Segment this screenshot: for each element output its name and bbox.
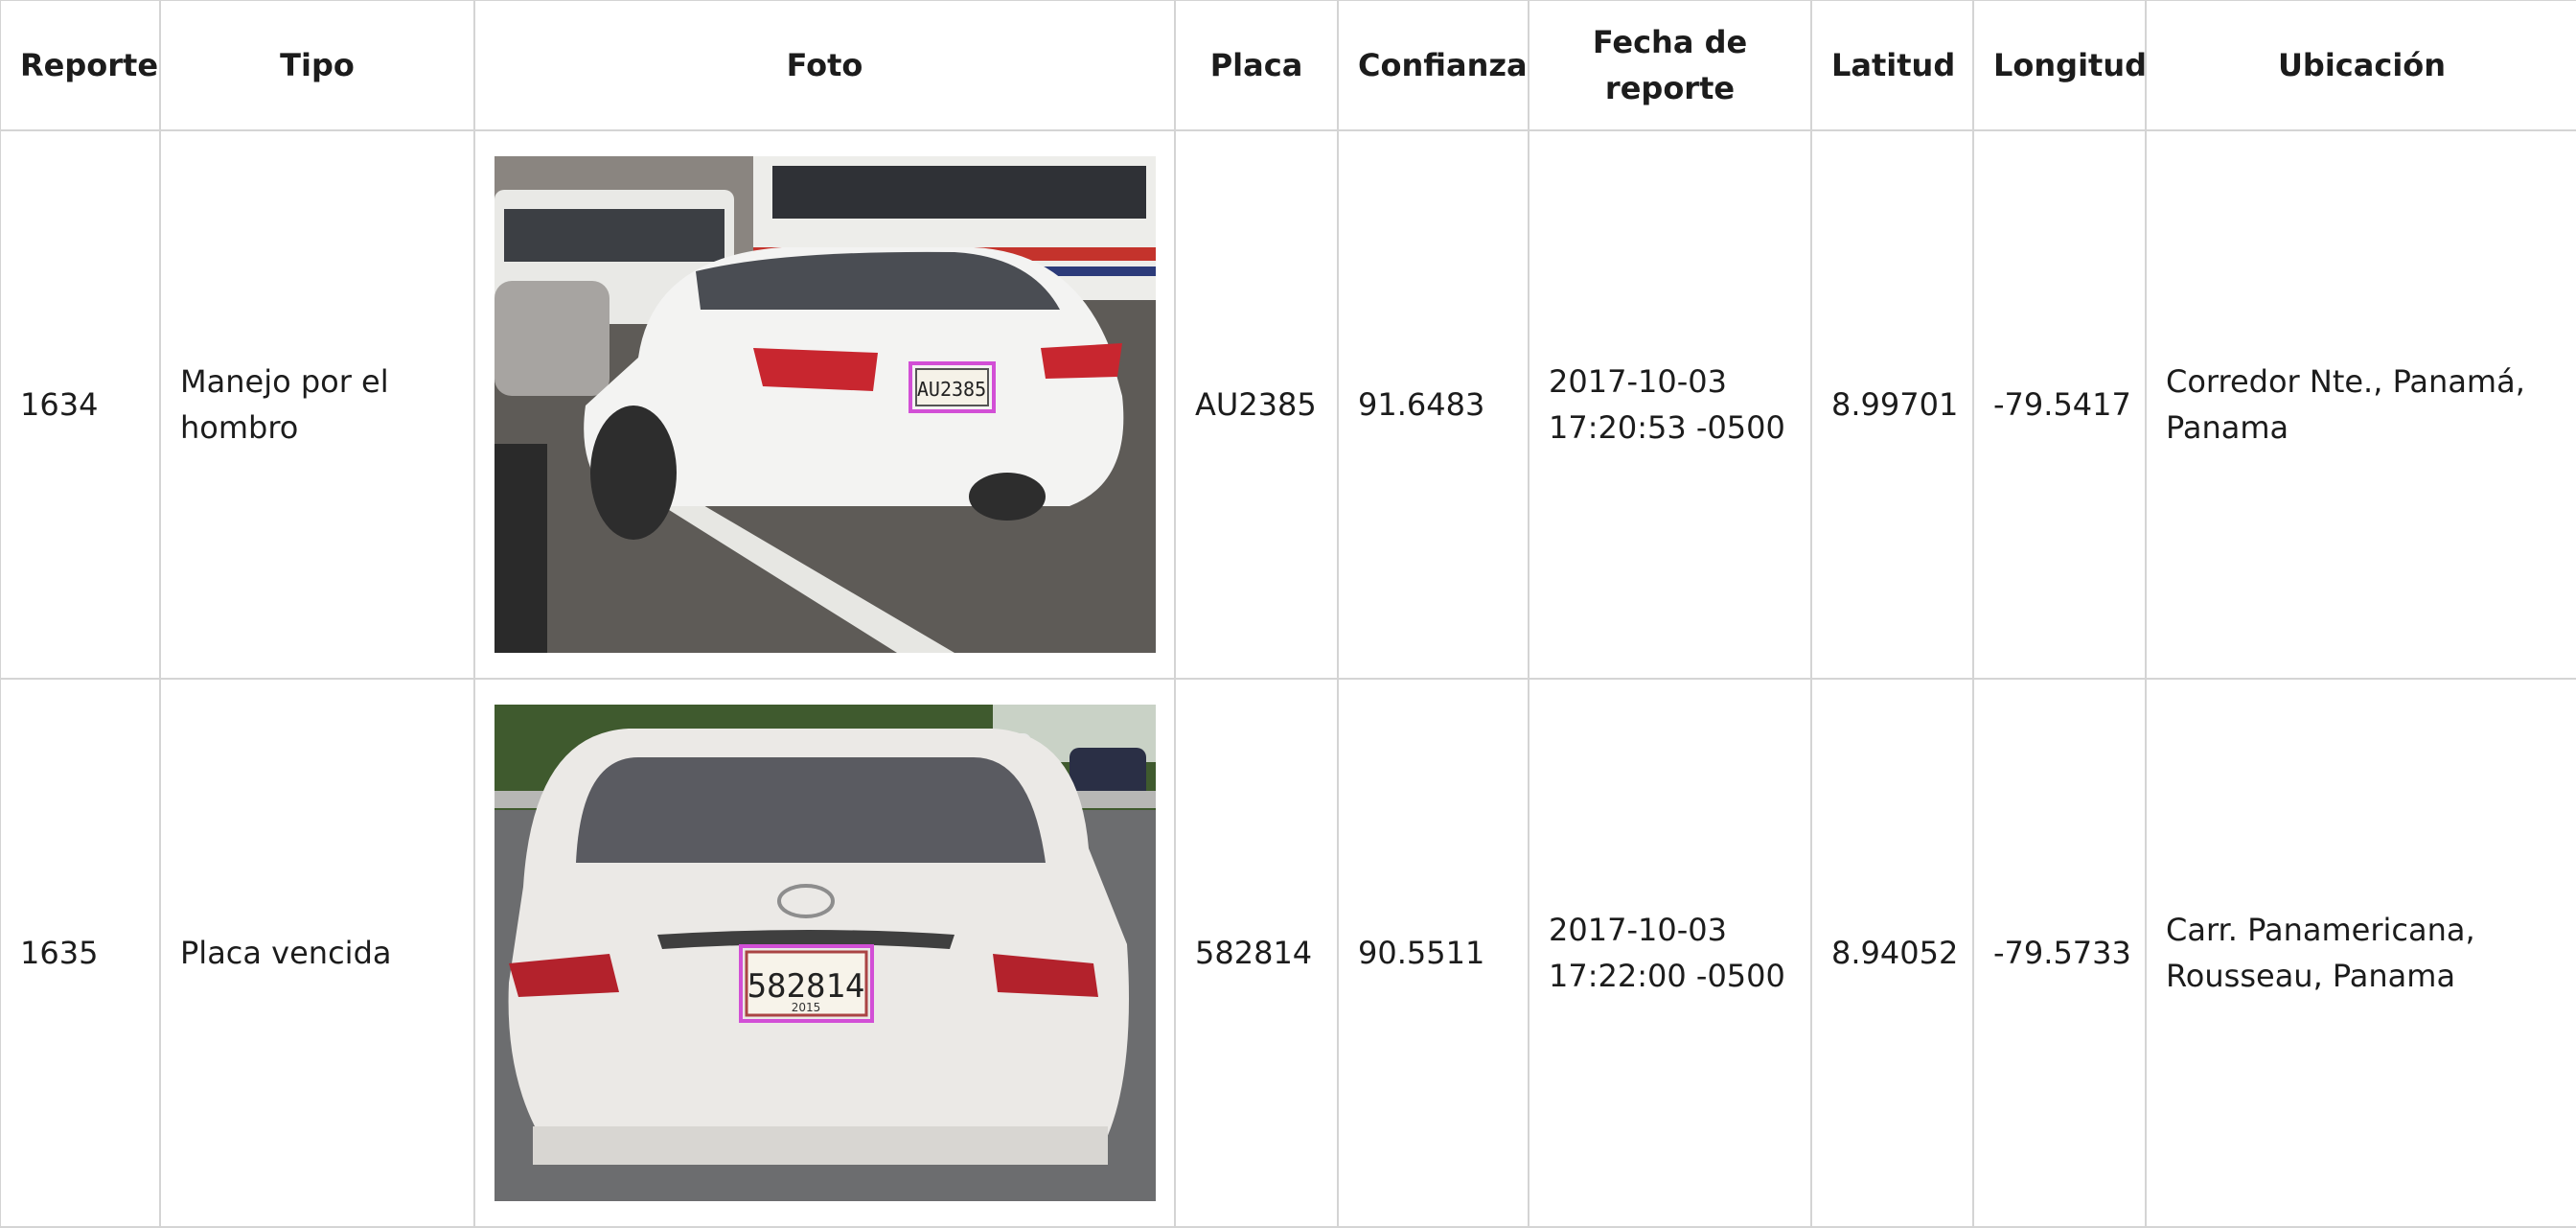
cell-latitud: 8.99701 [1810, 129, 1974, 680]
cell-ubicacion: Carr. Panamericana, Rousseau, Panama [2145, 678, 2576, 1228]
table-header-row: Reporte Tipo Foto Placa Confianza Fecha … [0, 0, 2576, 131]
column-header-latitud: Latitud [1810, 0, 1974, 131]
column-header-foto: Foto [473, 0, 1176, 131]
cell-fecha: 2017-10-03 17:20:53 -0500 [1528, 129, 1812, 680]
column-header-ubicacion: Ubicación [2145, 0, 2576, 131]
car-photo-image: AU2385 [494, 156, 1156, 653]
cell-confianza: 90.5511 [1337, 678, 1530, 1228]
cell-fecha: 2017-10-03 17:22:00 -0500 [1528, 678, 1812, 1228]
cell-tipo: Placa vencida [159, 678, 475, 1228]
cell-longitud: -79.5417 [1972, 129, 2147, 680]
cell-ubicacion: Corredor Nte., Panamá, Panama [2145, 129, 2576, 680]
column-header-placa: Placa [1174, 0, 1339, 131]
plate-year-text: 2015 [792, 1001, 821, 1014]
cell-tipo: Manejo por el hombro [159, 129, 475, 680]
column-header-longitud: Longitud [1972, 0, 2147, 131]
cell-placa: 582814 [1174, 678, 1339, 1228]
car-photo-nissan-sentra[interactable]: AU2385 [494, 156, 1156, 653]
car-photo-toyota-yaris[interactable]: 582814 2015 [494, 705, 1156, 1201]
column-header-tipo: Tipo [159, 0, 475, 131]
cell-reporte: 1634 [0, 129, 161, 680]
cell-reporte: 1635 [0, 678, 161, 1228]
car-photo-image: 582814 2015 [494, 705, 1156, 1201]
cell-latitud: 8.94052 [1810, 678, 1974, 1228]
cell-confianza: 91.6483 [1337, 129, 1530, 680]
reports-table: Reporte Tipo Foto Placa Confianza Fecha … [0, 0, 2576, 1228]
cell-longitud: -79.5733 [1972, 678, 2147, 1228]
plate-text: AU2385 [917, 378, 986, 401]
column-header-confianza: Confianza [1337, 0, 1530, 131]
table-row: 1634 Manejo por el hombro AU2385 AU2385 … [0, 129, 2576, 680]
cell-placa: AU2385 [1174, 129, 1339, 680]
cell-foto: AU2385 [473, 129, 1176, 680]
column-header-fecha: Fecha de reporte [1528, 0, 1812, 131]
column-header-reporte: Reporte [0, 0, 161, 131]
cell-foto: 582814 2015 [473, 678, 1176, 1228]
table-row: 1635 Placa vencida 582814 2015 582814 90… [0, 678, 2576, 1228]
plate-text: 582814 [748, 967, 865, 1006]
